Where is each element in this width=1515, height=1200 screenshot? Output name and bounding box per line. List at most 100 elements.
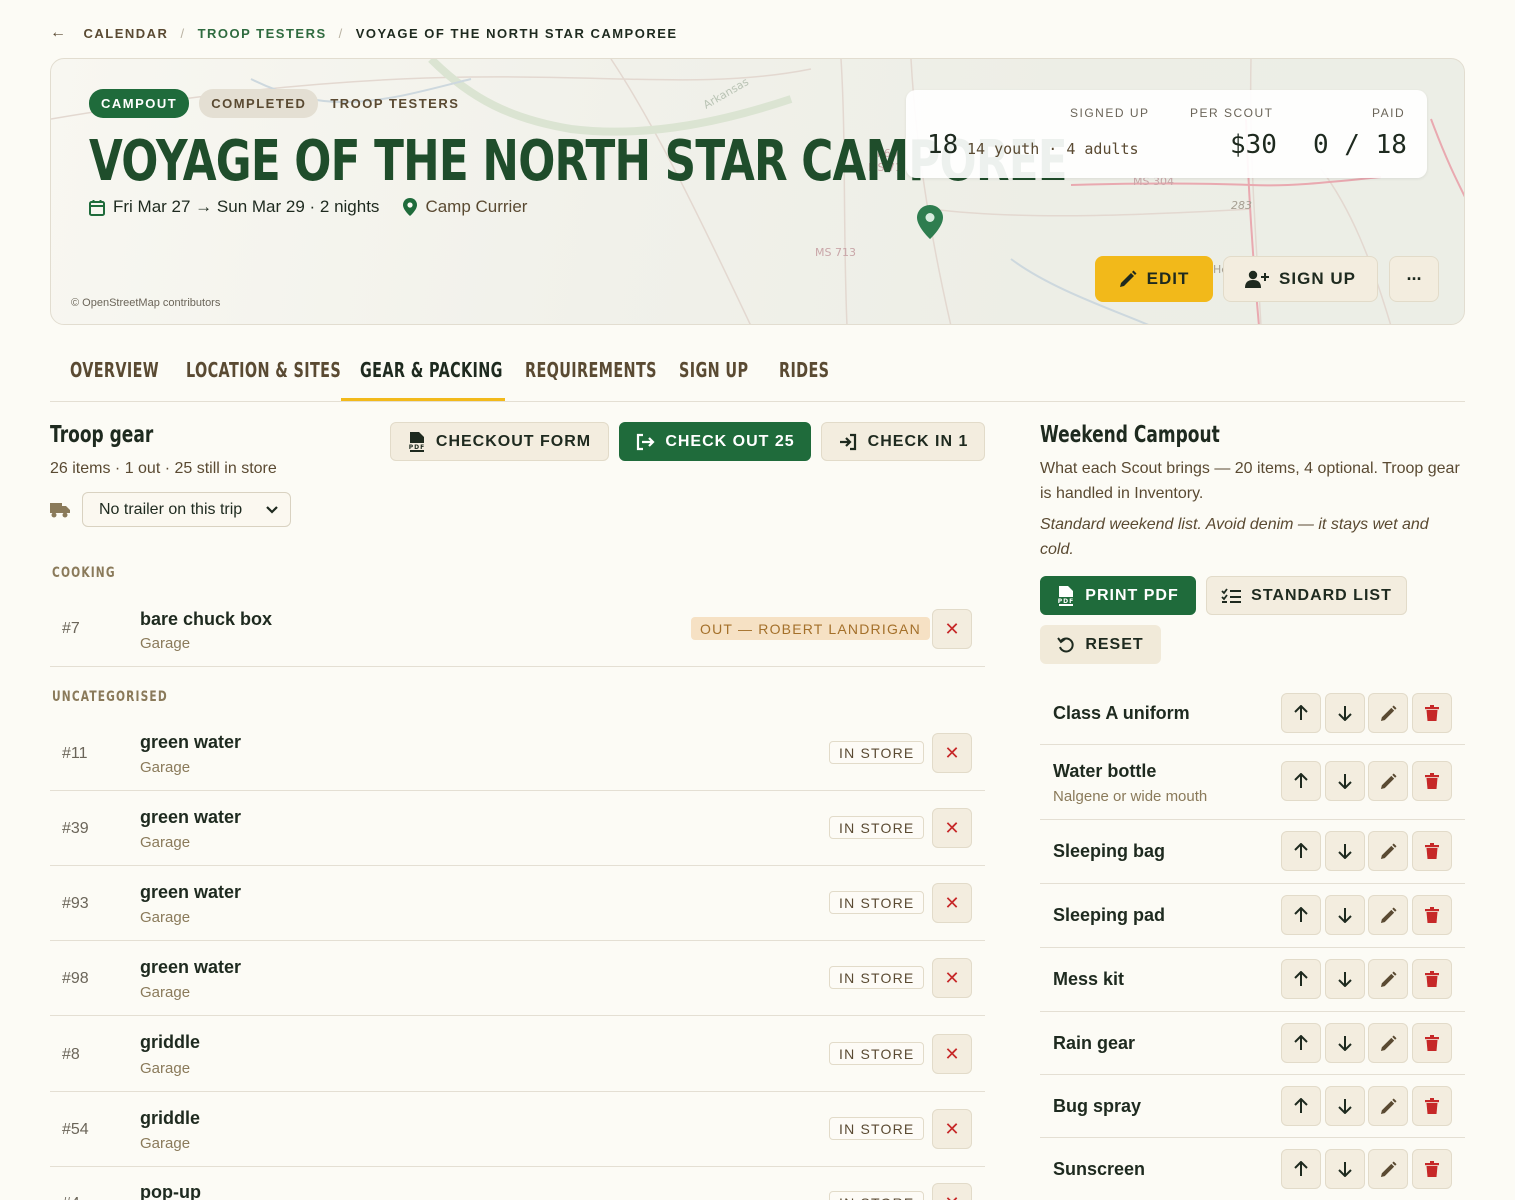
- pencil-icon: [1380, 772, 1397, 789]
- sign-up-button[interactable]: SIGN UP: [1223, 256, 1378, 302]
- packing-item-name[interactable]: Sunscreen: [1053, 1159, 1145, 1180]
- arrow-left-icon[interactable]: ←: [50, 24, 68, 42]
- event-tabs: OVERVIEW LOCATION & SITES GEAR & PACKING…: [50, 342, 1465, 402]
- remove-item-button[interactable]: ✕: [932, 958, 972, 998]
- packing-item-name[interactable]: Sleeping bag: [1053, 841, 1165, 862]
- edit-item-button[interactable]: [1368, 1149, 1408, 1189]
- sign-in-icon: [839, 433, 856, 450]
- event-location[interactable]: Camp Currier: [403, 197, 527, 217]
- packing-item-name[interactable]: Bug spray: [1053, 1096, 1141, 1117]
- move-down-button[interactable]: [1325, 761, 1365, 801]
- tab-overview[interactable]: OVERVIEW: [70, 358, 159, 382]
- reset-button[interactable]: RESET: [1040, 625, 1161, 664]
- move-down-button[interactable]: [1325, 831, 1365, 871]
- gear-row: #39 green water Garage IN STORE ✕: [50, 791, 985, 866]
- delete-item-button[interactable]: [1412, 693, 1452, 733]
- move-up-button[interactable]: [1281, 895, 1321, 935]
- edit-item-button[interactable]: [1368, 1023, 1408, 1063]
- packing-item-name[interactable]: Mess kit: [1053, 969, 1124, 990]
- checkout-form-button[interactable]: PDF CHECKOUT FORM: [390, 422, 609, 461]
- move-up-button[interactable]: [1281, 831, 1321, 871]
- move-down-button[interactable]: [1325, 895, 1365, 935]
- remove-item-button[interactable]: ✕: [932, 733, 972, 773]
- edit-item-button[interactable]: [1368, 895, 1408, 935]
- delete-item-button[interactable]: [1412, 895, 1452, 935]
- move-up-button[interactable]: [1281, 959, 1321, 999]
- edit-button[interactable]: EDIT: [1095, 256, 1213, 302]
- more-options-button[interactable]: ···: [1389, 256, 1439, 302]
- map-attribution[interactable]: © OpenStreetMap contributors: [71, 297, 220, 309]
- event-hero: I 69 MS 71 MS 304 MS 713 283 He Arkansas…: [50, 58, 1465, 325]
- packing-item-name[interactable]: Class A uniform: [1053, 703, 1190, 724]
- type-badge: CAMPOUT: [89, 89, 190, 118]
- move-down-button[interactable]: [1325, 1086, 1365, 1126]
- edit-item-button[interactable]: [1368, 693, 1408, 733]
- delete-item-button[interactable]: [1412, 1086, 1452, 1126]
- standard-list-button[interactable]: STANDARD LIST: [1206, 576, 1407, 615]
- tab-location-sites[interactable]: LOCATION & SITES: [186, 358, 341, 382]
- event-dates: Fri Mar 27 → Sun Mar 29 · 2 nights: [89, 197, 379, 217]
- item-name[interactable]: green water: [140, 807, 241, 828]
- item-name[interactable]: griddle: [140, 1032, 200, 1053]
- breadcrumb-separator: /: [338, 25, 344, 41]
- move-down-button[interactable]: [1325, 1149, 1365, 1189]
- status-badge: IN STORE: [829, 741, 925, 764]
- breadcrumb-troop[interactable]: TROOP TESTERS: [198, 26, 327, 41]
- remove-item-button[interactable]: ✕: [932, 808, 972, 848]
- move-up-button[interactable]: [1281, 1023, 1321, 1063]
- move-up-button[interactable]: [1281, 693, 1321, 733]
- remove-item-button[interactable]: ✕: [932, 1034, 972, 1074]
- packing-item-name[interactable]: Water bottle: [1053, 761, 1156, 782]
- delete-item-button[interactable]: [1412, 1023, 1452, 1063]
- edit-item-button[interactable]: [1368, 761, 1408, 801]
- tab-rides[interactable]: RIDES: [779, 358, 829, 382]
- item-name[interactable]: pop-up: [140, 1182, 201, 1200]
- arrow-up-icon: [1294, 773, 1308, 788]
- print-pdf-button[interactable]: PDF PRINT PDF: [1040, 576, 1196, 615]
- item-name[interactable]: griddle: [140, 1108, 200, 1129]
- gear-row: #98 green water Garage IN STORE ✕: [50, 941, 985, 1016]
- trailer-select[interactable]: No trailer on this trip: [82, 492, 291, 527]
- move-down-button[interactable]: [1325, 1023, 1365, 1063]
- stats-card: SIGNED UP PER SCOUT PAID 18 14 youth · 4…: [906, 90, 1427, 178]
- tab-gear-packing[interactable]: GEAR & PACKING: [360, 358, 503, 382]
- breadcrumb-calendar[interactable]: CALENDAR: [84, 26, 169, 41]
- check-out-button[interactable]: CHECK OUT 25: [619, 422, 811, 461]
- trash-icon: [1425, 773, 1439, 789]
- move-up-button[interactable]: [1281, 1086, 1321, 1126]
- packing-item-name[interactable]: Rain gear: [1053, 1033, 1135, 1054]
- delete-item-button[interactable]: [1412, 831, 1452, 871]
- edit-item-button[interactable]: [1368, 1086, 1408, 1126]
- remove-item-button[interactable]: ✕: [932, 883, 972, 923]
- edit-item-button[interactable]: [1368, 959, 1408, 999]
- tab-requirements[interactable]: REQUIREMENTS: [525, 358, 657, 382]
- tab-sign-up[interactable]: SIGN UP: [679, 358, 748, 382]
- delete-item-button[interactable]: [1412, 1149, 1452, 1189]
- item-name[interactable]: bare chuck box: [140, 609, 272, 630]
- item-name[interactable]: green water: [140, 957, 241, 978]
- move-up-button[interactable]: [1281, 761, 1321, 801]
- delete-item-button[interactable]: [1412, 959, 1452, 999]
- status-badge: COMPLETED: [199, 89, 319, 118]
- arrow-up-icon: [1294, 907, 1308, 922]
- check-in-button[interactable]: CHECK IN 1: [821, 422, 985, 461]
- item-name[interactable]: green water: [140, 732, 241, 753]
- packing-item-name[interactable]: Sleeping pad: [1053, 905, 1165, 926]
- category-cooking: COOKING: [52, 565, 116, 581]
- delete-item-button[interactable]: [1412, 761, 1452, 801]
- edit-item-button[interactable]: [1368, 831, 1408, 871]
- move-down-button[interactable]: [1325, 959, 1365, 999]
- remove-item-button[interactable]: ✕: [932, 1183, 972, 1200]
- close-icon: ✕: [944, 742, 960, 763]
- item-location: Garage: [140, 1060, 191, 1077]
- chevron-down-icon: [266, 505, 278, 514]
- close-icon: ✕: [944, 1193, 959, 1200]
- sign-out-icon: [637, 433, 655, 450]
- remove-item-button[interactable]: ✕: [932, 609, 972, 649]
- map-marker-icon[interactable]: [917, 205, 943, 244]
- remove-item-button[interactable]: ✕: [932, 1109, 972, 1149]
- move-up-button[interactable]: [1281, 1149, 1321, 1189]
- trash-icon: [1425, 971, 1439, 987]
- move-down-button[interactable]: [1325, 693, 1365, 733]
- item-name[interactable]: green water: [140, 882, 241, 903]
